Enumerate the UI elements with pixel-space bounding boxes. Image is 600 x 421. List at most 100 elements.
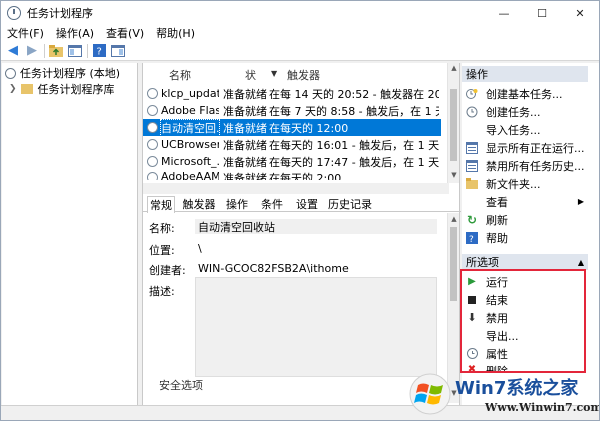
table-row-selected[interactable]: 自动清空回... 准备就绪 在每天的 12:00 xyxy=(143,118,441,137)
tree-item-root[interactable]: 任务计划程序 (本地) xyxy=(5,66,120,80)
task-list-header: 名称 状 ▼ 触发器 xyxy=(143,67,443,83)
tab-general[interactable]: 常规 xyxy=(147,196,175,213)
task-clock-icon xyxy=(147,139,158,150)
submenu-arrow-icon: ▶ xyxy=(577,197,584,206)
action-create-task[interactable]: 创建任务... xyxy=(462,103,588,120)
show-hide-console-icon[interactable] xyxy=(67,43,83,59)
task-trigger: 在每天的 16:01 - 触发后，在 1 天 期间每隔 xyxy=(269,138,439,152)
description-field[interactable] xyxy=(195,277,437,377)
task-scheduler-icon xyxy=(7,6,21,20)
disable-history-icon xyxy=(466,159,478,172)
action-disable-history[interactable]: 禁用所有任务历史... xyxy=(462,157,588,174)
table-row[interactable]: Microsoft_... 准备就绪 在每天的 17:47 - 触发后，在 1 … xyxy=(143,153,441,170)
collapse-arrow-icon[interactable]: ▲ xyxy=(578,258,584,267)
actions-header[interactable]: 操作 xyxy=(462,66,588,82)
task-clock-icon xyxy=(147,122,158,133)
scroll-down-icon[interactable]: ▼ xyxy=(449,171,459,179)
maximize-button[interactable]: ☐ xyxy=(523,1,561,25)
location-label: 位置: xyxy=(149,244,175,257)
task-name: AdobeAAM... xyxy=(161,170,219,180)
task-trigger: 在每 7 天的 8:58 - 触发后，在 1 天 期间每 xyxy=(269,104,439,118)
menu-help[interactable]: 帮助(H) xyxy=(150,25,201,41)
menu-view[interactable]: 查看(V) xyxy=(100,25,150,41)
title-bar[interactable]: 任务计划程序 — ☐ ✕ xyxy=(1,1,599,25)
tab-actions[interactable]: 操作 xyxy=(221,196,253,212)
svg-text:?: ? xyxy=(96,47,101,58)
back-arrow-icon[interactable]: ◀ xyxy=(5,43,21,59)
action-new-folder[interactable]: 新文件夹... xyxy=(462,175,588,192)
windows-logo-icon xyxy=(409,373,451,415)
selected-item-header[interactable]: 所选项 ▲ xyxy=(462,254,588,270)
svg-text:?: ? xyxy=(469,235,474,244)
task-trigger: 在每 14 天的 20:52 - 触发器在 2017/1/29 xyxy=(269,87,439,101)
close-button[interactable]: ✕ xyxy=(561,1,599,25)
tree-item-library[interactable]: ❯ 任务计划程序库 xyxy=(9,82,115,96)
scroll-up-icon[interactable]: ▲ xyxy=(449,215,459,223)
help-icon: ? xyxy=(466,231,478,244)
task-trigger: 在每天的 17:47 - 触发后，在 1 天 期间每隔 xyxy=(269,155,439,169)
tab-settings[interactable]: 设置 xyxy=(291,196,323,212)
security-options-label: 安全选项 xyxy=(159,379,203,392)
action-show-running[interactable]: 显示所有正在运行... xyxy=(462,139,588,156)
tab-conditions[interactable]: 条件 xyxy=(256,196,288,212)
action-import-task[interactable]: 导入任务... xyxy=(462,121,588,138)
table-row[interactable]: UCBrowser... 准备就绪 在每天的 16:01 - 触发后，在 1 天… xyxy=(143,136,441,153)
show-hide-action-pane-icon[interactable] xyxy=(110,43,126,59)
detail-tabs: 常规 触发器 操作 条件 设置 历史记录 xyxy=(143,194,461,213)
action-create-basic-task[interactable]: 创建基本任务... xyxy=(462,85,588,102)
task-list-scrollbar[interactable]: ▲ ▼ xyxy=(447,63,459,183)
task-scheduler-window: 任务计划程序 — ☐ ✕ 文件(F) 操作(A) 查看(V) 帮助(H) ◀ ▶… xyxy=(0,0,600,421)
task-status: 准备就绪 xyxy=(223,104,267,118)
up-folder-icon[interactable] xyxy=(48,43,64,59)
scroll-up-icon[interactable]: ▲ xyxy=(449,64,459,72)
task-status: 准备就绪 xyxy=(223,172,267,180)
task-status: 准备就绪 xyxy=(223,155,267,169)
window-title: 任务计划程序 xyxy=(27,7,93,20)
menu-bar: 文件(F) 操作(A) 查看(V) 帮助(H) xyxy=(1,25,599,41)
scrollbar-thumb[interactable] xyxy=(450,227,457,301)
pane-splitter[interactable] xyxy=(143,183,449,194)
column-name-header[interactable]: 名称 xyxy=(169,67,191,83)
minimize-button[interactable]: — xyxy=(485,1,523,25)
task-clock-icon xyxy=(147,172,158,180)
task-trigger: 在每天的 2:00 xyxy=(269,172,342,180)
table-row[interactable]: AdobeAAM... 准备就绪 在每天的 2:00 xyxy=(143,170,441,180)
author-field[interactable]: WIN-GCOC82FSB2A\ithome xyxy=(195,261,437,276)
name-field[interactable]: 自动清空回收站 xyxy=(195,219,437,234)
chevron-right-icon[interactable]: ❯ xyxy=(9,84,17,94)
action-label: 帮助 xyxy=(486,231,508,245)
table-row[interactable]: Adobe Flas... 准备就绪 在每 7 天的 8:58 - 触发后，在 … xyxy=(143,102,441,119)
action-label: 刷新 xyxy=(486,213,508,227)
tab-history[interactable]: 历史记录 xyxy=(325,196,375,212)
navigation-tree: 任务计划程序 (本地) ❯ 任务计划程序库 xyxy=(2,63,138,405)
location-field[interactable]: \ xyxy=(195,241,437,256)
help-icon[interactable]: ? xyxy=(91,43,107,59)
action-label: 创建任务... xyxy=(486,105,541,119)
menu-file[interactable]: 文件(F) xyxy=(1,25,50,41)
action-refresh[interactable]: ↻ 刷新 xyxy=(462,211,588,228)
watermark: Win7系统之家 Www.Winwin7.com xyxy=(405,371,600,420)
folder-icon xyxy=(20,84,33,94)
create-task-icon xyxy=(466,106,478,118)
actions-scrollbar[interactable] xyxy=(588,63,599,405)
create-basic-task-icon xyxy=(466,88,478,100)
tab-triggers[interactable]: 触发器 xyxy=(179,196,219,212)
forward-arrow-icon[interactable]: ▶ xyxy=(24,43,40,59)
task-clock-icon xyxy=(147,88,158,99)
watermark-url: Www.Winwin7.com xyxy=(485,401,600,414)
table-row[interactable]: klcp_update 准备就绪 在每 14 天的 20:52 - 触发器在 2… xyxy=(143,85,441,102)
column-status-header[interactable]: 状 xyxy=(245,67,256,83)
action-label: 创建基本任务... xyxy=(486,87,563,101)
menu-action[interactable]: 操作(A) xyxy=(50,25,100,41)
clock-icon xyxy=(5,67,16,79)
task-name: Adobe Flas... xyxy=(161,104,219,117)
scrollbar-thumb[interactable] xyxy=(450,89,457,161)
action-label: 显示所有正在运行... xyxy=(486,141,585,155)
task-clock-icon xyxy=(147,156,158,167)
action-view[interactable]: 查看 ▶ xyxy=(462,193,588,210)
action-label: 禁用所有任务历史... xyxy=(486,159,585,173)
task-status: 准备就绪 xyxy=(223,121,267,135)
column-trigger-header[interactable]: 触发器 xyxy=(287,67,320,83)
show-running-icon xyxy=(466,141,478,154)
action-help[interactable]: ? 帮助 xyxy=(462,229,588,246)
